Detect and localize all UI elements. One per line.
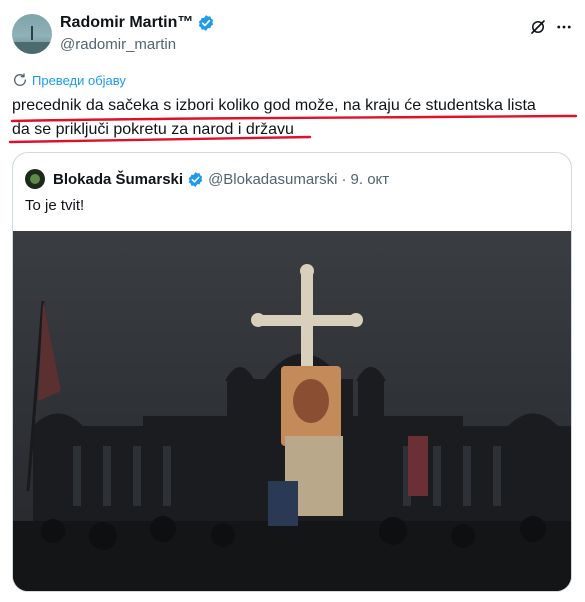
tweet-text-line-2: da se priključi pokretu za narod i držav… [12, 121, 294, 138]
translate-label: Преведи објаву [32, 72, 126, 88]
quoted-date[interactable]: 9. окт [351, 171, 390, 188]
quoted-tweet-card[interactable]: Blokada Šumarski @Blokadasumarski · 9. о… [12, 152, 572, 592]
quoted-verified-badge-icon [188, 171, 203, 187]
display-name[interactable]: Radomir Martin™ [60, 14, 193, 32]
more-icon[interactable] [555, 18, 573, 36]
quoted-tweet-photo[interactable] [13, 231, 572, 592]
grok-icon[interactable] [529, 18, 547, 36]
quoted-tweet-text: To je tvit! [25, 197, 85, 214]
handle[interactable]: @radomir_martin [60, 36, 176, 53]
translate-post-link[interactable]: Преведи објаву [12, 72, 126, 88]
quoted-display-name[interactable]: Blokada Šumarski [53, 171, 183, 188]
verified-badge-icon [199, 15, 214, 31]
avatar-ground [12, 42, 52, 54]
tweet-header: Radomir Martin™ @radomir_martin [12, 12, 573, 58]
quoted-handle[interactable]: @Blokadasumarski [208, 171, 337, 188]
avatar[interactable] [12, 14, 52, 54]
translate-icon [14, 73, 26, 86]
quoted-avatar[interactable] [25, 169, 45, 189]
quoted-tweet-header: Blokada Šumarski @Blokadasumarski · 9. о… [25, 169, 389, 189]
tweet-text-line-1: precednik da sačeka s izbori koliko god … [12, 97, 536, 114]
avatar-spire [31, 26, 33, 40]
quoted-separator: · [341, 170, 347, 188]
tweet-text: precednik da sačeka s izbori koliko god … [12, 94, 572, 142]
name-row: Radomir Martin™ [60, 14, 215, 32]
